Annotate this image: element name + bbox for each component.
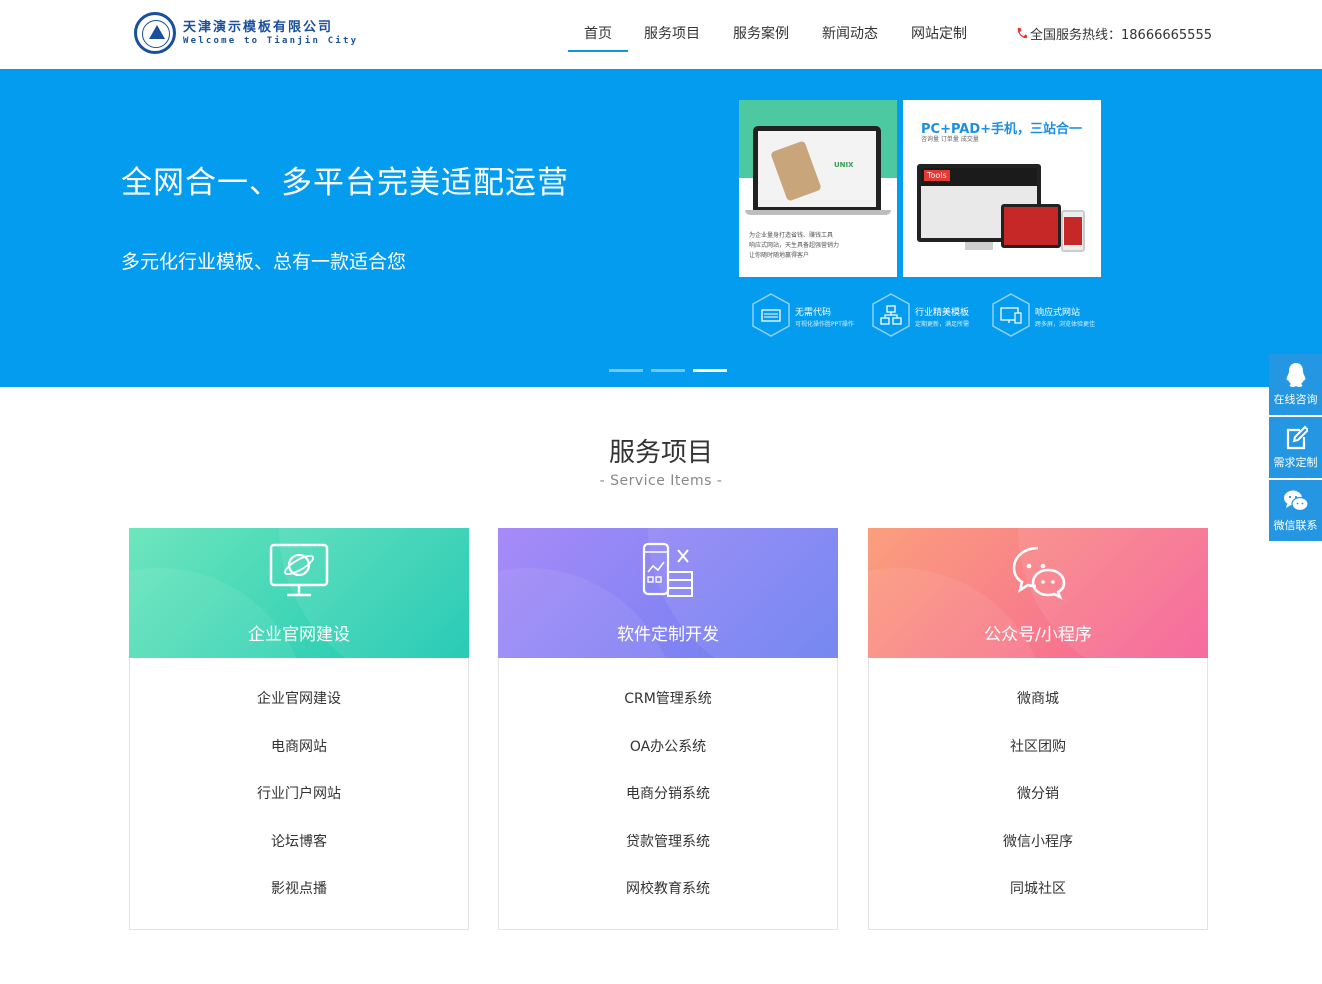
floating-contact-bar: 在线咨询 需求定制 微信联系 [1269, 354, 1322, 543]
company-slogan: Welcome to Tianjin City [183, 36, 359, 46]
service-item[interactable]: 网校教育系统 [499, 878, 837, 926]
service-item[interactable]: 电商网站 [130, 736, 468, 784]
banner-title: 全网合一、多平台完美适配运营 [121, 165, 569, 201]
float-label: 在线咨询 [1273, 393, 1318, 406]
service-item[interactable]: OA办公系统 [499, 736, 837, 784]
carousel-dot[interactable] [651, 369, 685, 372]
software-dev-icon [642, 542, 693, 597]
service-item-list: 企业官网建设 电商网站 行业门户网站 论坛博客 影视点播 [130, 688, 468, 926]
service-name: 软件定制开发 [617, 625, 719, 645]
service-item[interactable]: 微分销 [869, 783, 1207, 831]
float-label: 微信联系 [1273, 519, 1318, 532]
feature-desc: 可视化操作胜PPT操作 [795, 321, 854, 328]
phone-icon [1017, 28, 1027, 39]
banner-subtitle: 多元化行业模板、总有一款适合您 [121, 251, 407, 273]
wechat-chat-icon [1012, 546, 1066, 600]
feature-name: 行业精美模板 [915, 308, 970, 318]
custom-request-button[interactable]: 需求定制 [1269, 417, 1322, 478]
nav-item-services[interactable]: 服务项目 [644, 0, 700, 69]
hierarchy-icon [872, 293, 910, 337]
hotline: 全国服务热线：18666665555 [1016, 24, 1212, 43]
service-card-header[interactable]: 企业官网建设 [129, 528, 469, 658]
banner-devices-card: PC+PAD+手机，三站合一 咨询量 订单量 成交量 Tools [903, 100, 1101, 277]
qq-icon [1286, 363, 1306, 387]
service-item[interactable]: 论坛博客 [130, 831, 468, 879]
laptop-mockup: UNIX [753, 126, 881, 210]
nav-item-cases[interactable]: 服务案例 [733, 0, 789, 69]
service-item[interactable]: 电商分销系统 [499, 783, 837, 831]
card-line: 响应式网站，天生具备超强营销力 [749, 242, 840, 249]
service-item-list: CRM管理系统 OA办公系统 电商分销系统 贷款管理系统 网校教育系统 [499, 688, 837, 926]
nav-item-home[interactable]: 首页 [568, 0, 628, 69]
card-line: 让你随时随地赢得客户 [749, 252, 810, 259]
site-header: 天津演示模板有限公司 Welcome to Tianjin City 首页 服务… [0, 0, 1322, 69]
service-name: 公众号/小程序 [984, 625, 1092, 645]
feature-desc: 跨多屏，浏览体验更佳 [1035, 321, 1096, 328]
service-item[interactable]: 企业官网建设 [130, 688, 468, 736]
service-item[interactable]: 社区团购 [869, 736, 1207, 784]
service-card-header[interactable]: 软件定制开发 [498, 528, 838, 658]
service-card-header[interactable]: 公众号/小程序 [868, 528, 1208, 658]
service-item[interactable]: 贷款管理系统 [499, 831, 837, 879]
card-line: 为企业量身打造省钱、赚钱工具 [749, 232, 834, 239]
service-card-software: 软件定制开发 CRM管理系统 OA办公系统 电商分销系统 贷款管理系统 网校教育… [498, 528, 838, 930]
service-item-list: 微商城 社区团购 微分销 微信小程序 同城社区 [869, 688, 1207, 926]
service-card-website: 企业官网建设 企业官网建设 电商网站 行业门户网站 论坛博客 影视点播 [129, 528, 469, 930]
float-label: 需求定制 [1273, 456, 1318, 469]
section-title: 服务项目 [608, 438, 713, 468]
nav-item-news[interactable]: 新闻动态 [822, 0, 878, 69]
logo-seal-icon [134, 12, 176, 54]
feature-name: 响应式网站 [1035, 308, 1081, 318]
service-item[interactable]: 同城社区 [869, 878, 1207, 926]
hero-banner: 全网合一、多平台完美适配运营 多元化行业模板、总有一款适合您 UNIX 为企业量… [0, 69, 1322, 387]
phone-mockup [1061, 210, 1085, 252]
carousel-dots [609, 369, 735, 372]
nav-item-custom[interactable]: 网站定制 [911, 0, 967, 69]
wechat-icon [1284, 490, 1308, 512]
service-item[interactable]: 行业门户网站 [130, 783, 468, 831]
keyboard-icon [752, 293, 790, 337]
section-subtitle: - Service Items - [599, 473, 723, 489]
tablet-mockup [1001, 204, 1061, 248]
edit-icon [1286, 425, 1308, 450]
devices-card-tags: 咨询量 订单量 成交量 [921, 136, 979, 143]
logo[interactable]: 天津演示模板有限公司 Welcome to Tianjin City [134, 12, 356, 56]
carousel-dot-active[interactable] [693, 369, 727, 372]
main-nav: 首页 服务项目 服务案例 新闻动态 网站定制 [568, 0, 1000, 69]
tools-logo: Tools [924, 170, 950, 181]
service-card-wechat: 公众号/小程序 微商城 社区团购 微分销 微信小程序 同城社区 [868, 528, 1208, 930]
wechat-contact-button[interactable]: 微信联系 [1269, 480, 1322, 541]
company-name: 天津演示模板有限公司 [183, 20, 334, 35]
carousel-dot[interactable] [609, 369, 643, 372]
screen-logo: UNIX [834, 161, 854, 169]
web-globe-icon [269, 543, 329, 597]
feature-desc: 定期更新，满足所需 [915, 321, 970, 328]
card-feature-list: 为企业量身打造省钱、赚钱工具 响应式网站，天生具备超强营销力 让你随时随地赢得客… [749, 231, 889, 261]
banner-laptop-card: UNIX 为企业量身打造省钱、赚钱工具 响应式网站，天生具备超强营销力 让你随时… [739, 100, 897, 277]
online-consult-button[interactable]: 在线咨询 [1269, 354, 1322, 415]
service-item[interactable]: 微信小程序 [869, 831, 1207, 879]
service-item[interactable]: CRM管理系统 [499, 688, 837, 736]
phone-image [770, 140, 822, 202]
service-item[interactable]: 微商城 [869, 688, 1207, 736]
feature-name: 无需代码 [795, 308, 832, 318]
service-item[interactable]: 影视点播 [130, 878, 468, 926]
service-name: 企业官网建设 [248, 625, 350, 645]
responsive-devices-icon [992, 293, 1030, 337]
hotline-text: 全国服务热线：18666665555 [1030, 28, 1212, 43]
